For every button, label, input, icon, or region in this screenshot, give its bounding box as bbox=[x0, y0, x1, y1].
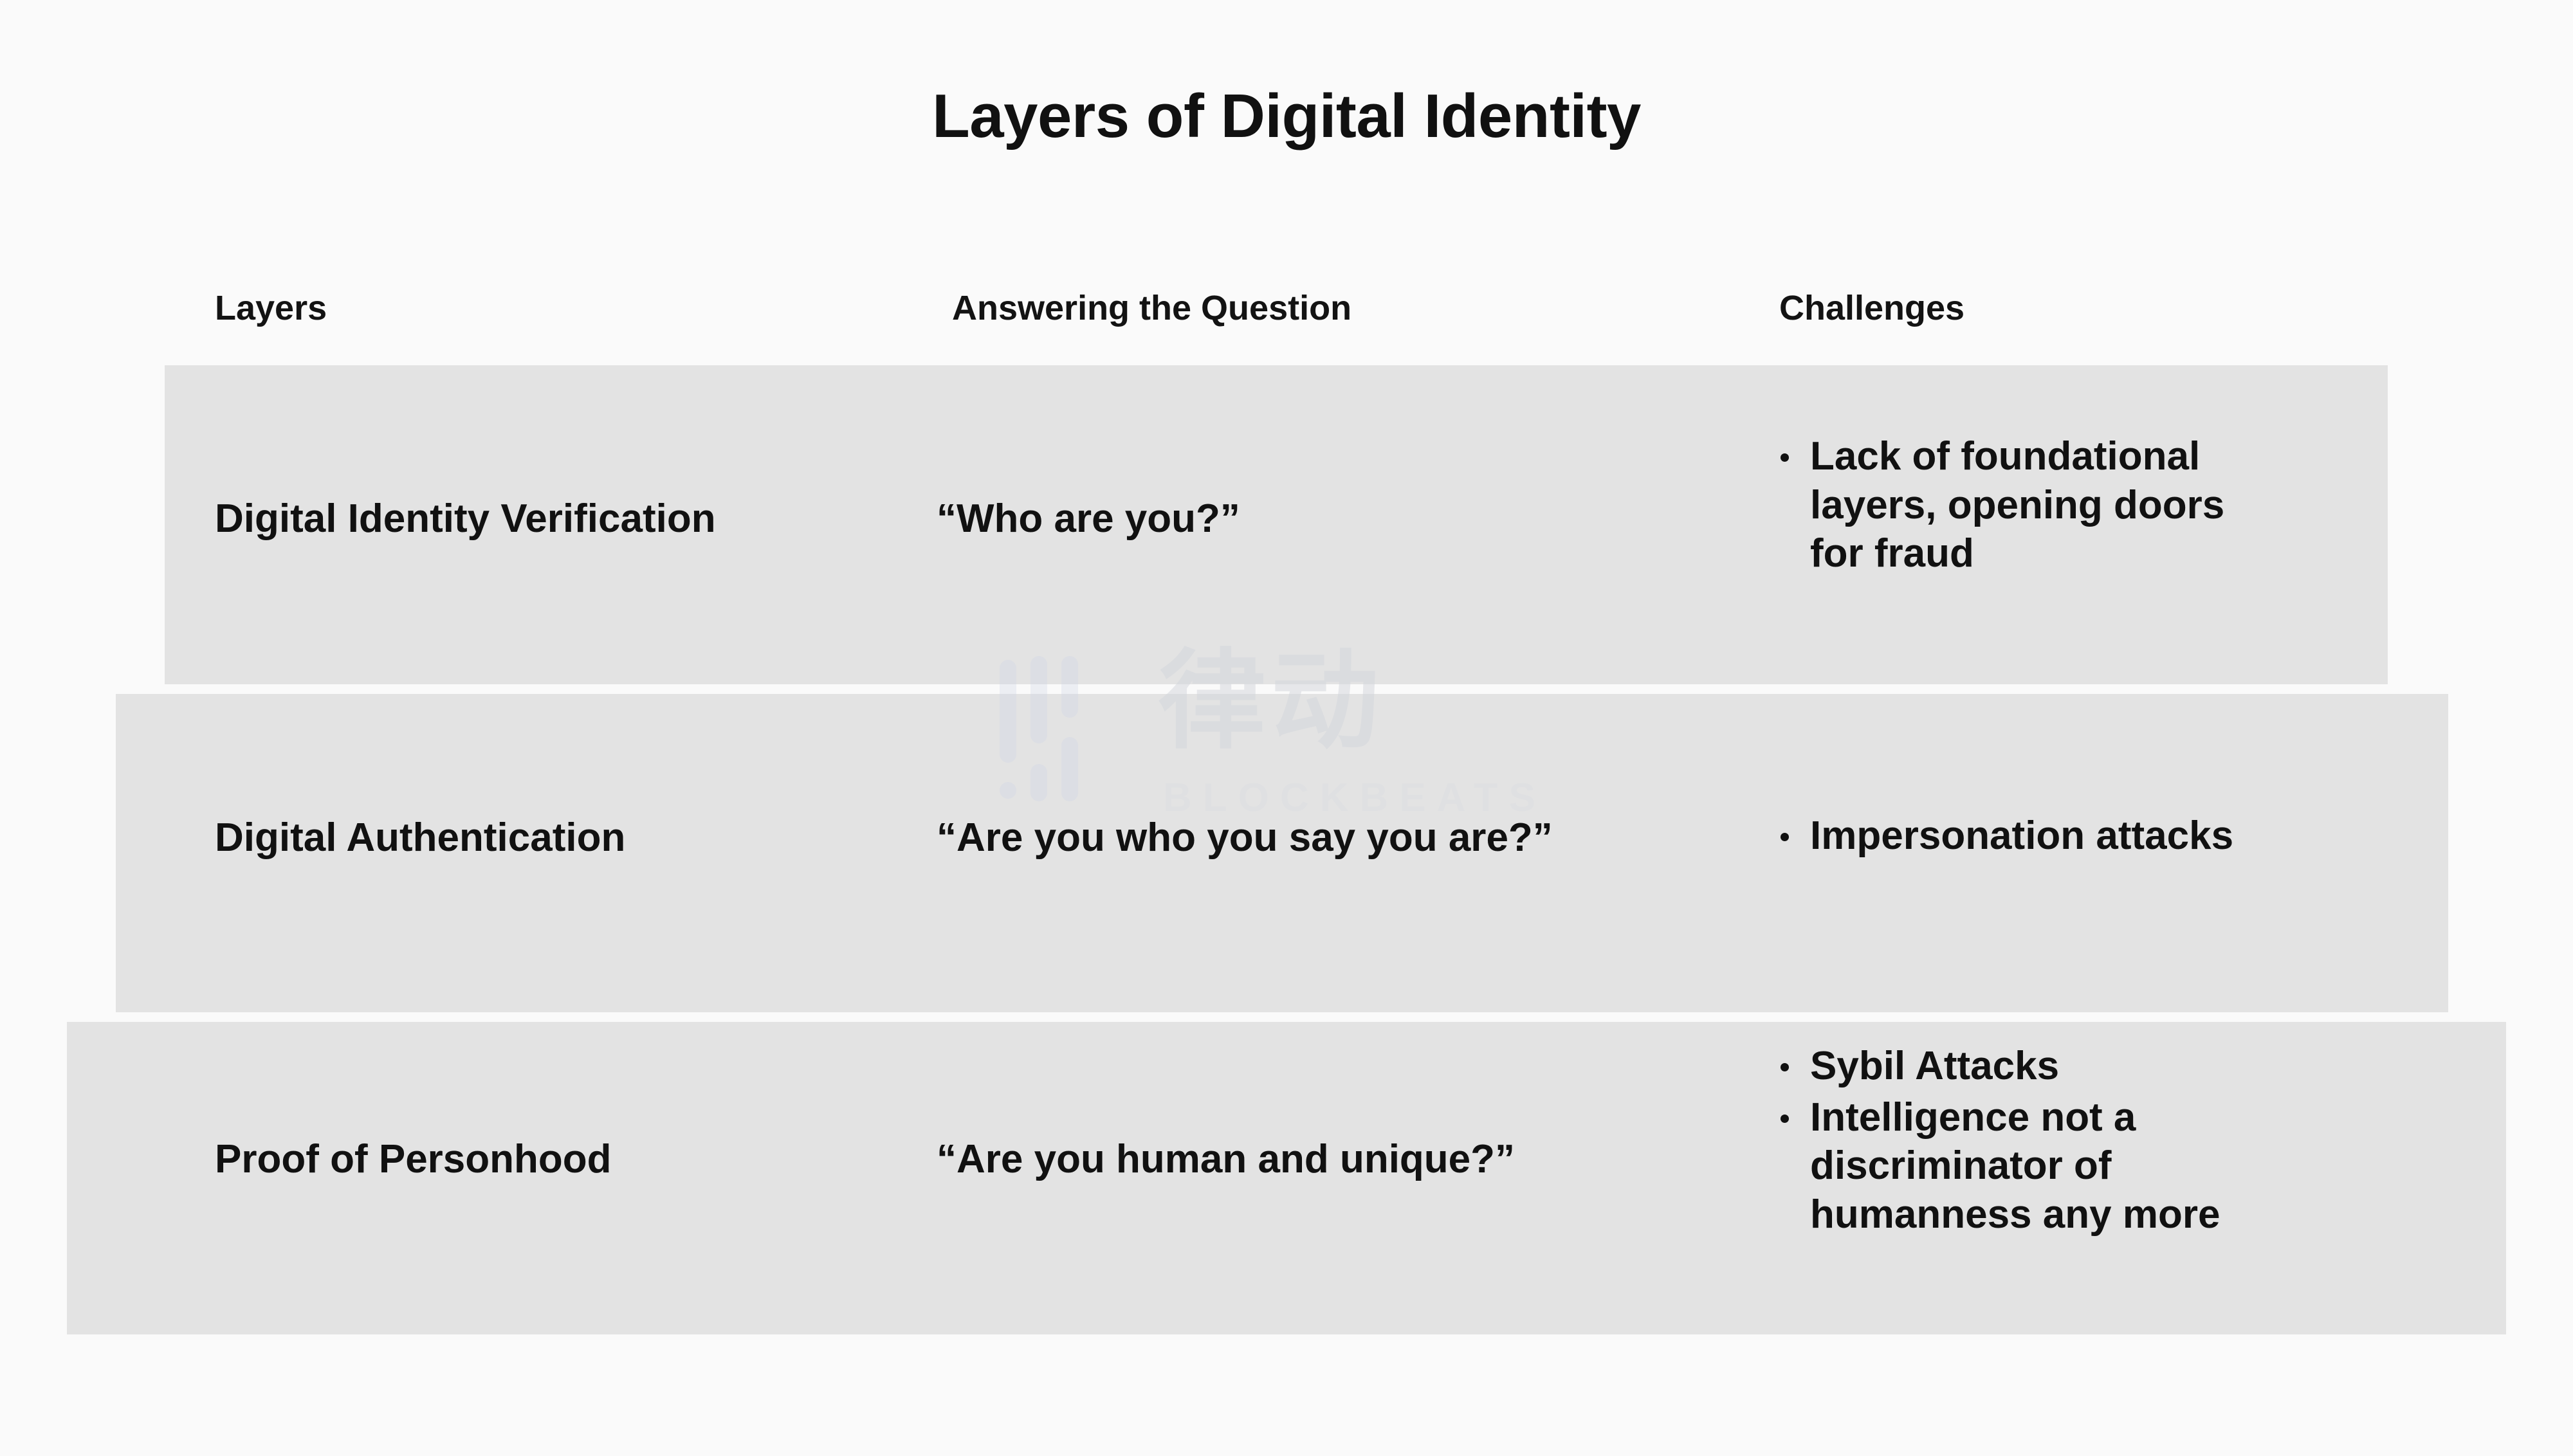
cell-challenges: Impersonation attacks bbox=[1774, 812, 2340, 860]
cell-question: “Are you who you say you are?” bbox=[937, 815, 1553, 860]
cell-question: “Who are you?” bbox=[937, 496, 1240, 541]
challenge-text: Sybil Attacks bbox=[1810, 1044, 2060, 1088]
bullet-icon bbox=[1781, 1063, 1789, 1071]
cell-challenges: Lack of foundational layers, opening doo… bbox=[1774, 432, 2276, 578]
column-header-question: Answering the Question bbox=[952, 289, 1352, 327]
bullet-icon bbox=[1781, 833, 1789, 841]
list-item: Sybil Attacks bbox=[1774, 1042, 2289, 1091]
column-header-layers: Layers bbox=[215, 289, 327, 327]
list-item: Lack of foundational layers, opening doo… bbox=[1774, 432, 2276, 578]
page-title: Layers of Digital Identity bbox=[932, 82, 1641, 150]
cell-layer-name: Digital Identity Verification bbox=[215, 496, 716, 541]
cell-layer-name: Proof of Personhood bbox=[215, 1137, 612, 1181]
challenge-list: Lack of foundational layers, opening doo… bbox=[1774, 432, 2276, 578]
cell-layer-name: Digital Authentication bbox=[215, 815, 626, 860]
list-item: Impersonation attacks bbox=[1774, 812, 2340, 860]
bullet-icon bbox=[1781, 1114, 1789, 1123]
challenge-text: Lack of foundational layers, opening doo… bbox=[1810, 434, 2225, 576]
bullet-icon bbox=[1781, 453, 1789, 462]
cell-question: “Are you human and unique?” bbox=[937, 1137, 1515, 1181]
challenge-list: Sybil Attacks Intelligence not a discrim… bbox=[1774, 1042, 2289, 1239]
challenge-text: Impersonation attacks bbox=[1810, 814, 2234, 858]
column-header-challenges: Challenges bbox=[1779, 289, 1965, 327]
challenge-list: Impersonation attacks bbox=[1774, 812, 2340, 860]
challenge-text: Intelligence not a discriminator of huma… bbox=[1810, 1095, 2220, 1237]
slide-canvas: Layers of Digital Identity Layers Answer… bbox=[0, 0, 2573, 1456]
list-item: Intelligence not a discriminator of huma… bbox=[1774, 1093, 2289, 1239]
cell-challenges: Sybil Attacks Intelligence not a discrim… bbox=[1774, 1042, 2289, 1239]
